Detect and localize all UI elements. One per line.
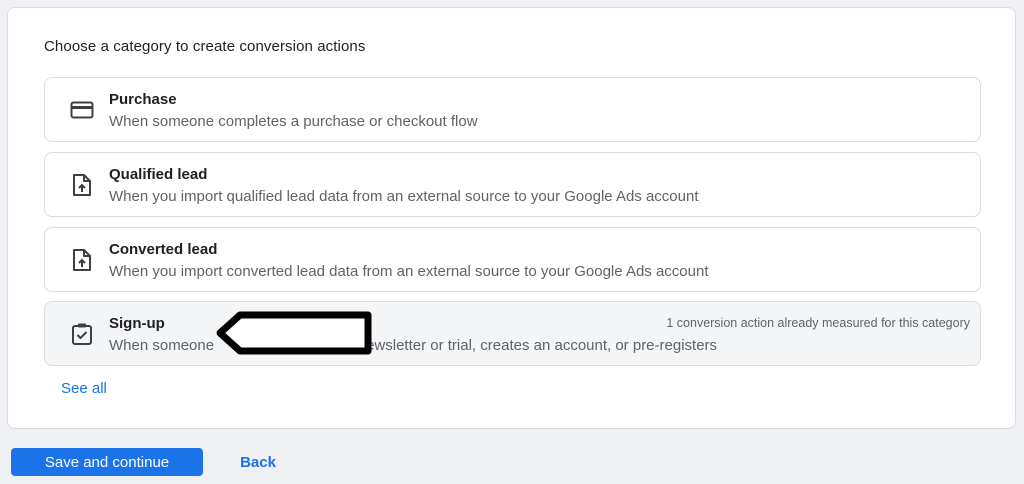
back-button[interactable]: Back [231,448,285,476]
option-description: When you import qualified lead data from… [109,188,699,205]
file-upload-icon [69,172,95,198]
option-description: When someone ewsletter or trial, creates … [109,337,717,354]
file-upload-icon [69,247,95,273]
option-title: Qualified lead [109,166,208,183]
option-description-end: ewsletter or trial, creates an account, … [366,337,718,354]
page-title: Choose a category to create conversion a… [44,38,366,55]
clipboard-check-icon [69,321,95,347]
redaction-arrow-shape [216,311,372,355]
status-note: 1 conversion action already measured for… [666,316,970,330]
conversion-category-card: Choose a category to create conversion a… [7,7,1016,429]
option-description: When someone completes a purchase or che… [109,113,478,130]
option-converted-lead[interactable]: Converted lead When you import converted… [44,227,981,292]
save-and-continue-button[interactable]: Save and continue [11,448,203,476]
option-description-start: When someone [109,337,215,354]
option-purchase[interactable]: Purchase When someone completes a purcha… [44,77,981,142]
option-description: When you import converted lead data from… [109,263,709,280]
option-title: Purchase [109,91,177,108]
see-all-link[interactable]: See all [61,380,107,397]
option-qualified-lead[interactable]: Qualified lead When you import qualified… [44,152,981,217]
option-title: Sign-up [109,315,165,332]
option-sign-up[interactable]: Sign-up When someone ewsletter or trial, … [44,301,981,366]
credit-card-icon [69,97,95,123]
option-title: Converted lead [109,241,218,258]
